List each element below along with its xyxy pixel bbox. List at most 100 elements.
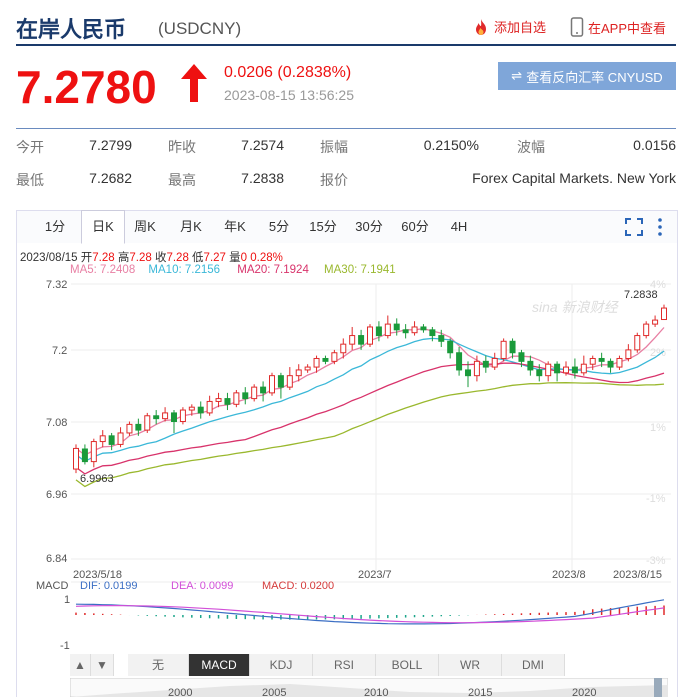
phone-icon xyxy=(570,17,584,37)
swap-icon: ⇌ xyxy=(511,68,523,83)
quote-time: 2023-08-15 13:56:25 xyxy=(224,87,354,103)
candle-body xyxy=(251,386,258,400)
scroll-up-icon[interactable]: ▲ xyxy=(70,654,91,676)
candle-body xyxy=(661,307,667,321)
stat-label-volatility: 波幅 xyxy=(517,139,545,155)
stat-label-open: 今开 xyxy=(16,139,44,155)
candle-body xyxy=(162,412,169,420)
indicator-none[interactable]: 无 xyxy=(128,654,189,676)
tab-60min[interactable]: 60分 xyxy=(393,211,437,243)
stat-value-open: 7.2799 xyxy=(89,137,132,153)
kline-open-label: 开 xyxy=(80,252,93,264)
stat-value-prev-close: 7.2574 xyxy=(241,137,284,153)
tab-4h[interactable]: 4H xyxy=(441,211,477,243)
tab-yearly-k[interactable]: 年K xyxy=(215,211,255,243)
candle-body xyxy=(331,352,338,362)
sina-watermark: sina 新浪财经 xyxy=(532,299,620,315)
kline-chart[interactable]: 7.32 7.2 7.08 6.96 6.84 4% 2% 1% -1% -3%… xyxy=(16,276,676,656)
kline-date: 2023/08/15 xyxy=(20,252,78,264)
tab-daily-k[interactable]: 日K xyxy=(81,210,125,244)
candle-body xyxy=(607,360,614,368)
reverse-rate-label: 查看反向汇率 CNYUSD xyxy=(526,69,663,85)
indicator-macd[interactable]: MACD xyxy=(189,654,250,676)
indicator-wr[interactable]: WR xyxy=(439,654,502,676)
tab-5min[interactable]: 5分 xyxy=(259,211,299,243)
add-watchlist-button[interactable]: 添加自选 xyxy=(472,17,546,36)
reverse-rate-button[interactable]: ⇌ 查看反向汇率 CNYUSD xyxy=(498,62,676,90)
arrow-up-icon xyxy=(181,64,207,102)
candle-body xyxy=(589,357,596,365)
candle-body xyxy=(384,323,391,337)
stat-label-quote-source: 报价 xyxy=(320,172,348,188)
candle-body xyxy=(402,329,409,334)
header-divider xyxy=(16,44,676,46)
stat-label-amplitude: 振幅 xyxy=(320,139,348,155)
ma10-label: MA10: 7.2156 xyxy=(148,264,221,276)
kline-info: 2023/08/15 开7.28 高7.28 收7.28 低7.27 量0 0.… xyxy=(20,249,283,265)
candle-body xyxy=(518,352,525,362)
tab-15min[interactable]: 15分 xyxy=(303,211,343,243)
kline-low: 7.27 xyxy=(203,252,226,264)
timeline-navigator[interactable]: 2000 2005 2010 2015 2020 xyxy=(70,678,668,697)
kline-vol: 0 xyxy=(240,252,248,264)
candle-body xyxy=(215,398,222,402)
stat-label-low: 最低 xyxy=(16,172,44,188)
candle-body xyxy=(375,326,382,337)
fullscreen-icon[interactable] xyxy=(625,218,643,236)
kline-high: 7.28 xyxy=(129,252,152,264)
candle-body xyxy=(269,375,275,394)
x-tick-3: 2023/8/15 xyxy=(613,569,662,581)
ma5-label: MA5: 7.2408 xyxy=(70,264,136,276)
stat-value-low: 7.2682 xyxy=(89,170,132,186)
macd-y-tick-1: -1 xyxy=(60,640,70,652)
y-tick-4: 6.84 xyxy=(46,553,67,565)
kline-close: 7.28 xyxy=(166,252,189,264)
timeline-year-4: 2020 xyxy=(572,687,596,697)
kline-vol-label: 量 xyxy=(229,252,241,264)
pct-tick-2: 1% xyxy=(650,422,666,434)
candle-body xyxy=(367,326,373,345)
candle-body xyxy=(411,326,418,334)
timeline-year-3: 2015 xyxy=(468,687,492,697)
candle-body xyxy=(465,369,471,377)
price-change: 0.0206 (0.2838%) xyxy=(224,64,352,81)
macd-value: MACD: 0.0200 xyxy=(262,580,334,592)
candle-body xyxy=(277,375,284,388)
candle-body xyxy=(179,409,186,423)
indicator-rsi[interactable]: RSI xyxy=(313,654,376,676)
ma20-label: MA20: 7.1924 xyxy=(237,264,309,276)
stat-value-quote-source: Forex Capital Markets. New York xyxy=(472,170,676,186)
open-app-button[interactable]: 在APP中查看 xyxy=(570,17,666,37)
candle-body xyxy=(126,423,133,434)
tab-1min[interactable]: 1分 xyxy=(35,211,75,243)
candle-body xyxy=(545,363,552,377)
kline-open: 7.28 xyxy=(92,252,115,264)
macd-y-tick-0: 1 xyxy=(64,594,70,606)
ma10-line xyxy=(75,337,665,463)
indicator-dmi[interactable]: DMI xyxy=(502,654,565,676)
kline-high-label: 高 xyxy=(117,252,130,264)
candle-body xyxy=(500,340,507,359)
page-title: 在岸人民币 xyxy=(16,17,127,42)
indicator-boll[interactable]: BOLL xyxy=(376,654,439,676)
candle-body xyxy=(643,323,650,337)
tab-weekly-k[interactable]: 周K xyxy=(125,211,165,243)
tab-30min[interactable]: 30分 xyxy=(347,211,391,243)
candle-body xyxy=(598,357,605,362)
timeline-handle[interactable] xyxy=(654,678,662,697)
tab-monthly-k[interactable]: 月K xyxy=(171,211,211,243)
candle-body xyxy=(153,415,160,420)
open-app-label: 在APP中查看 xyxy=(588,20,667,36)
kline-pct: 0.28% xyxy=(250,252,283,264)
candle-body xyxy=(554,363,561,374)
candle-body xyxy=(438,335,445,342)
y-tick-2: 7.08 xyxy=(46,417,67,429)
candle-body xyxy=(509,340,516,354)
more-options-icon[interactable] xyxy=(657,217,663,237)
indicator-kdj[interactable]: KDJ xyxy=(250,654,313,676)
candle-body xyxy=(393,323,400,331)
max-annotation: 7.2838 xyxy=(624,289,658,301)
scroll-down-icon[interactable]: ▼ xyxy=(91,654,114,676)
stat-value-volatility: 0.0156 xyxy=(633,137,676,153)
candle-body xyxy=(580,363,587,374)
